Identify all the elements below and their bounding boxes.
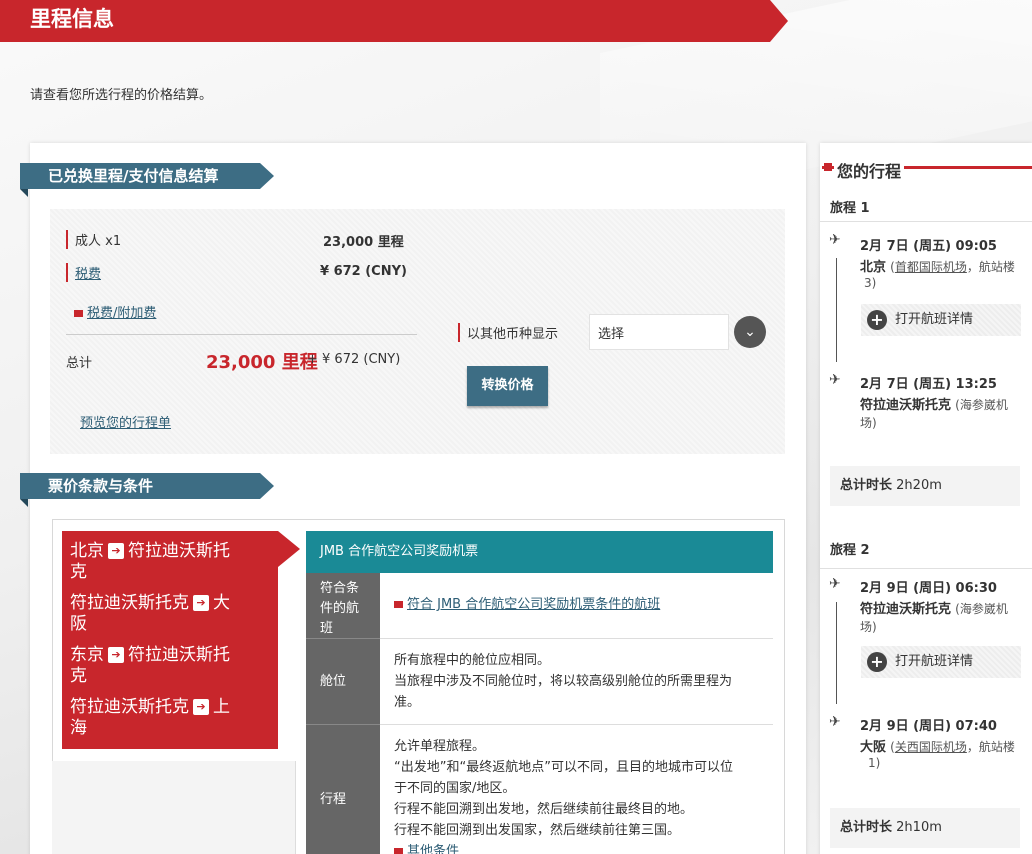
arrow-right-icon: ➔ bbox=[108, 543, 124, 559]
row-class: 所有旅程中的舱位应相同。 当旅程中涉及不同舱位时，将以较高级别舱位的所需里程为 准。 bbox=[380, 639, 773, 725]
leg-1-duration: 总计时长 2h20m bbox=[830, 466, 1020, 506]
leg-2-arr-time: 2月 9日 (周日) 07:40 bbox=[860, 719, 997, 734]
route-item[interactable]: 东京 ➔ 符拉迪沃斯托克 bbox=[70, 645, 270, 687]
leg-2-duration: 总计时长 2h10m bbox=[830, 808, 1020, 848]
fee-value: ¥ 672 (CNY) bbox=[320, 264, 407, 279]
leg-2-arr-airport-link[interactable]: 关西国际机场 bbox=[895, 740, 967, 754]
leg-2-dep-city: 符拉迪沃斯托克 bbox=[860, 602, 952, 617]
surcharge-link[interactable]: 税费/附加费 bbox=[87, 306, 156, 321]
total-label: 总计 bbox=[66, 356, 93, 371]
row-eligible: 符合 JMB 合作航空公司奖励机票条件的航班 bbox=[380, 573, 773, 639]
leg-1-dep-time: 2月 7日 (周五) 09:05 bbox=[860, 239, 997, 254]
leg-2-arr-terminal: 1) bbox=[868, 756, 881, 770]
flight-details-button[interactable]: + 打开航班详情 bbox=[861, 646, 1021, 678]
adult-miles: 23,000 里程 bbox=[323, 235, 404, 250]
row-head-eligible: 符合条 件的航班 bbox=[306, 573, 380, 639]
divider bbox=[820, 221, 1032, 222]
route-list: 北京 ➔ 符拉迪沃斯托克 符拉迪沃斯托克 ➔ 大阪 东京 ➔ 符拉迪沃斯托克 符拉迪沃斯托克… bbox=[62, 531, 278, 749]
routes-panel-bg bbox=[52, 761, 296, 854]
currency-label: 以其他币种显示 bbox=[458, 323, 558, 342]
leg-1-dep-terminal: 3) bbox=[864, 276, 877, 290]
leg-1-label: 旅程 1 bbox=[830, 201, 870, 216]
arrow-right-icon: ➔ bbox=[108, 647, 124, 663]
row-head-class: 舱位 bbox=[306, 639, 380, 725]
leg-2-dep-airport: 场) bbox=[860, 620, 877, 634]
departure-plane-icon: ✈ bbox=[829, 576, 841, 592]
leg-1-arr-city: 符拉迪沃斯托克 bbox=[860, 398, 952, 413]
leg-1-arr-time: 2月 7日 (周五) 13:25 bbox=[860, 377, 997, 392]
other-conditions-link[interactable]: 其他条件 bbox=[407, 844, 459, 854]
arrow-right-icon: ➔ bbox=[193, 595, 209, 611]
total-tax: + ¥ 672 (CNY) bbox=[307, 352, 401, 367]
leg-2-label: 旅程 2 bbox=[830, 543, 870, 558]
route-pointer bbox=[278, 531, 300, 567]
route-item[interactable]: 北京 ➔ 符拉迪沃斯托克 bbox=[70, 541, 270, 583]
page-title: 里程信息 bbox=[30, 7, 114, 31]
fare-section-title: 票价条款与条件 bbox=[20, 473, 274, 507]
arrow-right-icon: ➔ bbox=[193, 699, 209, 715]
chevron-down-icon[interactable]: ⌄ bbox=[734, 316, 766, 348]
timeline-line bbox=[836, 602, 837, 704]
leg-2-arr-city: 大阪 bbox=[860, 740, 887, 755]
bullet-icon bbox=[394, 601, 403, 608]
intro-text: 请查看您所选行程的价格结算。 bbox=[30, 88, 213, 103]
header-arrow bbox=[770, 0, 788, 42]
row-itinerary: 允许单程旅程。 “出发地”和“最终返航地点”可以不同，且目的地城市可以位 于不同的国… bbox=[380, 725, 773, 854]
total-miles: 23,000 里程 bbox=[206, 352, 318, 373]
leg-1-dep-airport-link[interactable]: 首都国际机场 bbox=[895, 260, 967, 274]
row-head-itinerary: 行程 bbox=[306, 725, 380, 854]
plus-icon: + bbox=[867, 310, 887, 330]
leg-1-dep-city: 北京 bbox=[860, 260, 887, 275]
eligible-flights-link[interactable]: 符合 JMB 合作航空公司奖励机票条件的航班 bbox=[407, 597, 660, 612]
convert-price-button[interactable]: 转换价格 bbox=[467, 366, 548, 406]
fee-link[interactable]: 税费 bbox=[75, 267, 101, 282]
bullet-icon bbox=[74, 310, 83, 317]
payment-section-title: 已兑换里程/支付信息结算 bbox=[20, 163, 274, 197]
leg-1-arr-airport: 场) bbox=[860, 416, 877, 430]
divider bbox=[66, 334, 417, 335]
divider bbox=[820, 568, 1032, 569]
route-item[interactable]: 符拉迪沃斯托克 ➔ 上海 bbox=[70, 697, 270, 739]
arrival-plane-icon: ✈ bbox=[829, 372, 841, 388]
adult-label: 成人 x1 bbox=[66, 230, 121, 249]
page-header bbox=[0, 0, 770, 42]
currency-select[interactable]: 选择 bbox=[589, 314, 729, 350]
timeline-line bbox=[836, 258, 837, 362]
arrival-plane-icon: ✈ bbox=[829, 714, 841, 730]
bullet-icon bbox=[394, 848, 403, 854]
departure-plane-icon: ✈ bbox=[829, 232, 841, 248]
flight-details-button[interactable]: + 打开航班详情 bbox=[861, 304, 1021, 336]
leg-2-dep-time: 2月 9日 (周日) 06:30 bbox=[860, 581, 997, 596]
plus-icon: + bbox=[867, 652, 887, 672]
preview-itinerary-link[interactable]: 预览您的行程单 bbox=[80, 412, 171, 431]
fare-title: JMB 合作航空公司奖励机票 bbox=[306, 531, 773, 573]
route-item[interactable]: 符拉迪沃斯托克 ➔ 大阪 bbox=[70, 593, 270, 635]
itinerary-header: 您的行程 bbox=[822, 158, 1032, 182]
